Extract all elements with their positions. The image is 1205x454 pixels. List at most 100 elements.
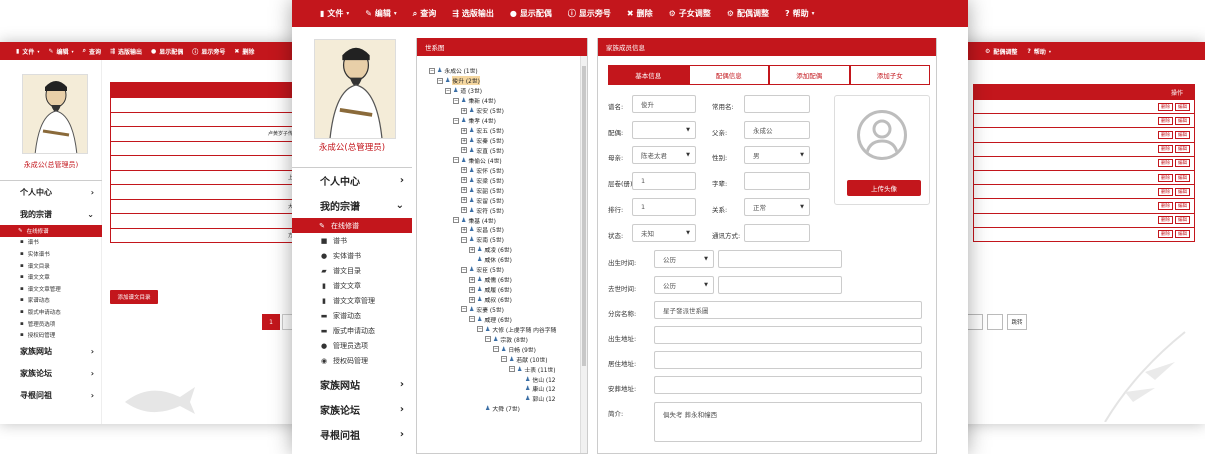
left-menu-family-site[interactable]: 家族网站 › bbox=[0, 341, 102, 363]
tree-node[interactable]: ♟ 信山 (12 bbox=[429, 374, 587, 384]
row-edit-button[interactable]: 编辑 bbox=[1175, 130, 1190, 139]
row-delete-button[interactable]: 删除 bbox=[1158, 145, 1173, 154]
tree-node[interactable]: + ♟ 宏梁 (5世) bbox=[429, 175, 587, 185]
expand-icon[interactable]: + bbox=[469, 246, 475, 253]
branch-field[interactable]: 星子發派世系圖 bbox=[654, 301, 922, 319]
row-delete-button[interactable]: 删除 bbox=[1158, 187, 1173, 196]
center-submenu-item-7[interactable]: ▬ 版式申请动态 bbox=[292, 323, 412, 338]
tree-node[interactable]: + ♟ 宏留 (5世) bbox=[429, 195, 587, 205]
nav-item-1[interactable]: ✎ 编辑 ▾ bbox=[365, 8, 397, 19]
tab-add-spouse[interactable]: 添加配偶 bbox=[769, 65, 850, 85]
tree-node[interactable]: − ♟ 永成公 (1世) bbox=[429, 66, 587, 76]
center-submenu-item-8[interactable]: ● 管理员选项 bbox=[292, 338, 412, 353]
left-submenu-item-5[interactable]: ▪ 谱文文章管理 bbox=[0, 283, 102, 295]
expand-icon[interactable]: + bbox=[461, 167, 467, 174]
expand-icon[interactable]: + bbox=[461, 137, 467, 144]
father-field[interactable]: 永成公 bbox=[744, 121, 810, 139]
row-delete-button[interactable]: 删除 bbox=[1158, 201, 1173, 210]
row-edit-button[interactable]: 编辑 bbox=[1175, 102, 1190, 111]
expand-icon[interactable]: + bbox=[461, 127, 467, 134]
center-menu-family-site[interactable]: 家族网站 › bbox=[292, 372, 412, 397]
nav-item-6[interactable]: ✖ 删除 bbox=[234, 47, 254, 56]
tree-node[interactable]: − ♟ 大修 (上虔字随 内谷字随 bbox=[429, 324, 587, 334]
birthplace-field[interactable] bbox=[654, 326, 922, 344]
nav-item-0[interactable]: ▮ 文件 ▾ bbox=[16, 47, 39, 56]
right-page-b[interactable] bbox=[987, 314, 1003, 330]
collapse-icon[interactable]: − bbox=[509, 366, 515, 373]
left-submenu-item-3[interactable]: ▪ 谱文目录 bbox=[0, 260, 102, 272]
row-edit-button[interactable]: 编辑 bbox=[1175, 216, 1190, 225]
center-menu-personal[interactable]: 个人中心 › bbox=[292, 168, 412, 193]
expand-icon[interactable]: + bbox=[461, 177, 467, 184]
center-menu-family-forum[interactable]: 家族论坛 › bbox=[292, 397, 412, 422]
row-delete-button[interactable]: 删除 bbox=[1158, 116, 1173, 125]
nav-item-1[interactable]: ✎ 编辑 ▾ bbox=[48, 47, 73, 56]
left-menu-family-forum[interactable]: 家族论坛 › bbox=[0, 363, 102, 385]
left-menu-roots[interactable]: 寻根问祖 › bbox=[0, 385, 102, 407]
contact-field[interactable] bbox=[744, 224, 810, 242]
center-submenu-item-5[interactable]: ▮ 谱文文章管理 bbox=[292, 293, 412, 308]
left-submenu-item-7[interactable]: ▪ 版式申请动态 bbox=[0, 306, 102, 318]
row-delete-button[interactable]: 删除 bbox=[1158, 230, 1173, 239]
common-name-field[interactable] bbox=[744, 95, 810, 113]
row-edit-button[interactable]: 编辑 bbox=[1175, 116, 1190, 125]
nav-item-3[interactable]: ⇶ 选版输出 bbox=[452, 8, 494, 19]
center-submenu-item-2[interactable]: ● 实体谱书 bbox=[292, 248, 412, 263]
left-submenu-item-1[interactable]: ▪ 谱书 bbox=[0, 237, 102, 249]
center-menu-roots[interactable]: 寻根问祖 › bbox=[292, 422, 412, 447]
tree-node[interactable]: − ♟ 宏南 (5世) bbox=[429, 235, 587, 245]
burial-field[interactable] bbox=[654, 376, 922, 394]
right-page-a[interactable] bbox=[967, 314, 983, 330]
nav-item-2[interactable]: ⌕ 查询 bbox=[413, 8, 436, 19]
left-submenu-item-8[interactable]: ▪ 管理员选项 bbox=[0, 318, 102, 330]
expand-icon[interactable]: + bbox=[469, 286, 475, 293]
collapse-icon[interactable]: − bbox=[453, 117, 459, 124]
row-edit-button[interactable]: 编辑 bbox=[1175, 145, 1190, 154]
collapse-icon[interactable]: − bbox=[461, 236, 467, 243]
nav-item-8[interactable]: ⚙ 配偶调整 bbox=[727, 8, 769, 19]
collapse-icon[interactable]: − bbox=[485, 336, 491, 343]
tree-node[interactable]: ♟ 威休 (6世) bbox=[429, 255, 587, 265]
expand-icon[interactable]: + bbox=[461, 207, 467, 214]
tab-add-child[interactable]: 添加子女 bbox=[849, 65, 930, 85]
row-delete-button[interactable]: 删除 bbox=[1158, 130, 1173, 139]
tree-node[interactable]: + ♟ 威叔 (6世) bbox=[429, 295, 587, 305]
birth-calendar-select[interactable]: 公历 ▼ bbox=[654, 250, 714, 268]
nav-item-4[interactable]: ● 显示配偶 bbox=[510, 8, 552, 19]
collapse-icon[interactable]: − bbox=[461, 266, 467, 273]
collapse-icon[interactable]: − bbox=[501, 356, 507, 363]
left-submenu-item-2[interactable]: ▪ 实体谱书 bbox=[0, 248, 102, 260]
center-submenu-item-0[interactable]: ✎ 在线修谱 bbox=[292, 218, 412, 233]
center-submenu-item-4[interactable]: ▮ 谱文文章 bbox=[292, 278, 412, 293]
left-menu-genealogy[interactable]: 我的宗谱 ⌄ bbox=[0, 203, 102, 225]
collapse-icon[interactable]: − bbox=[453, 157, 459, 164]
tree-node[interactable]: − ♟ 秉孝 (4世) bbox=[429, 116, 587, 126]
tree-node[interactable]: − ♟ 俊升 (2世) bbox=[429, 76, 587, 86]
center-submenu-item-9[interactable]: ◉ 授权码管理 bbox=[292, 353, 412, 368]
nav-item-0[interactable]: ⚙ 配偶调整 bbox=[985, 47, 1017, 56]
center-submenu-item-6[interactable]: ▬ 家谱动态 bbox=[292, 308, 412, 323]
tree-node[interactable]: − ♟ 士表 (11世) bbox=[429, 364, 587, 374]
tree-node[interactable]: − ♟ 秉新 (4世) bbox=[429, 96, 587, 106]
tree-node[interactable]: + ♟ 宏符 (5世) bbox=[429, 205, 587, 215]
tree-node[interactable]: − ♟ 秉偷公 (4世) bbox=[429, 155, 587, 165]
order-field[interactable]: 1 bbox=[632, 198, 696, 216]
collapse-icon[interactable]: − bbox=[493, 346, 499, 353]
left-menu-personal[interactable]: 个人中心 › bbox=[0, 181, 102, 203]
collapse-icon[interactable]: − bbox=[461, 306, 467, 313]
relation-select[interactable]: 正常 ▼ bbox=[744, 198, 810, 216]
expand-icon[interactable]: + bbox=[469, 296, 475, 303]
tree-node[interactable]: + ♟ 宏五 (5世) bbox=[429, 126, 587, 136]
tree-node[interactable]: − ♟ 日畅 (9世) bbox=[429, 344, 587, 354]
tree-node[interactable]: ♟ 大舜 (7世) bbox=[429, 404, 587, 414]
left-page-1[interactable]: 1 bbox=[262, 314, 280, 330]
row-delete-button[interactable]: 删除 bbox=[1158, 216, 1173, 225]
nav-item-4[interactable]: ● 显示配偶 bbox=[151, 47, 183, 56]
status-select[interactable]: 未知 ▼ bbox=[632, 224, 696, 242]
tree-node[interactable]: ♟ 郭山 (12 bbox=[429, 394, 587, 404]
collapse-icon[interactable]: − bbox=[445, 87, 451, 94]
tree-node[interactable]: + ♟ 宏直 (5世) bbox=[429, 146, 587, 156]
tab-basic-info[interactable]: 基本信息 bbox=[608, 65, 689, 85]
gender-select[interactable]: 男 ▼ bbox=[744, 146, 810, 164]
center-submenu-item-1[interactable]: ■ 谱书 bbox=[292, 233, 412, 248]
